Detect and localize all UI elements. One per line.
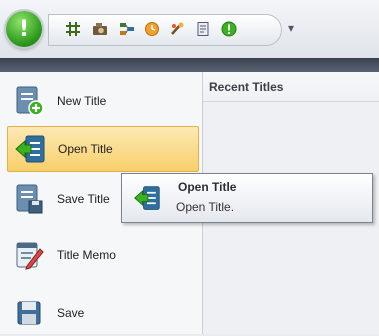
network-icon[interactable] xyxy=(118,20,136,38)
menu-item-save[interactable]: Save xyxy=(7,290,199,336)
open-document-icon xyxy=(14,133,46,165)
camera-icon[interactable] xyxy=(91,20,109,38)
memo-edit-icon xyxy=(13,239,45,271)
menu-item-label: Save xyxy=(57,306,85,320)
new-document-icon xyxy=(13,85,45,117)
menu-item-label: Open Title xyxy=(58,142,113,156)
recent-titles-heading: Recent Titles xyxy=(203,72,379,102)
exclamation-circle-icon[interactable] xyxy=(220,20,238,38)
open-title-tooltip: Open Title Open Title. xyxy=(121,173,373,223)
customize-toolbar-dropdown[interactable]: ▾ xyxy=(285,19,297,37)
title-bar-area: ! ▾ xyxy=(0,0,379,58)
open-document-icon xyxy=(133,184,161,212)
tools-icon[interactable] xyxy=(168,20,186,38)
tooltip-title: Open Title xyxy=(178,180,237,194)
menu-item-open-title[interactable]: Open Title xyxy=(7,126,199,172)
floppy-disk-icon xyxy=(13,297,45,329)
menu-item-new-title[interactable]: New Title xyxy=(7,78,199,124)
grid-icon[interactable] xyxy=(64,20,82,38)
quick-access-toolbar xyxy=(48,14,282,46)
menu-item-label: New Title xyxy=(57,94,107,108)
menu-item-title-memo[interactable]: Title Memo xyxy=(7,232,199,278)
tooltip-description: Open Title. xyxy=(176,200,235,214)
menu-item-label: Title Memo xyxy=(57,248,116,262)
save-document-icon xyxy=(13,183,45,215)
ribbon-header-strip xyxy=(0,58,379,72)
application-menu-button[interactable]: ! xyxy=(6,11,42,47)
clock-warning-icon[interactable] xyxy=(143,20,161,38)
memo-icon[interactable] xyxy=(194,20,212,38)
menu-item-label: Save Title xyxy=(57,192,110,206)
